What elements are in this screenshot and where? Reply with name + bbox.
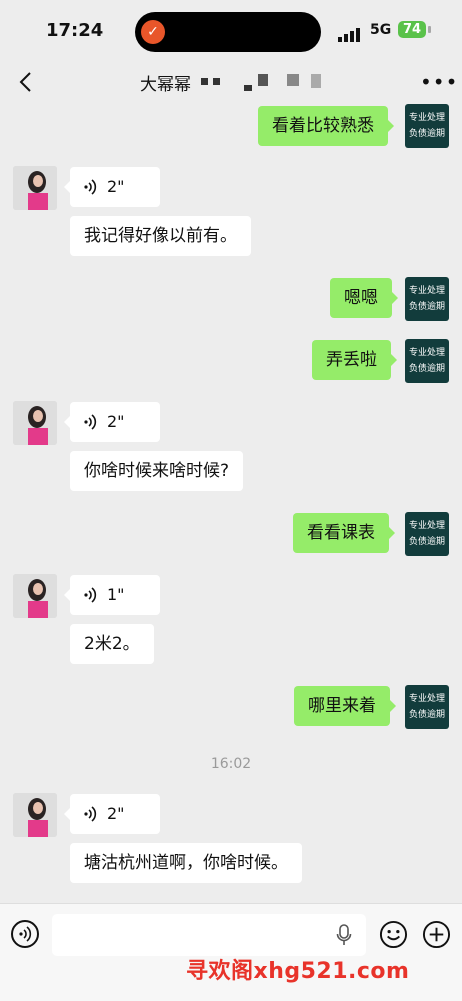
redacted-name: [244, 85, 252, 91]
contact-avatar[interactable]: [13, 401, 57, 445]
app-activity-icon: ✓: [141, 20, 165, 44]
my-avatar[interactable]: 专业处理 负债逾期: [405, 277, 449, 321]
avatar-text: 专业处理: [408, 521, 445, 531]
avatar-text: 专业处理: [408, 286, 445, 296]
redacted-name: [258, 74, 268, 86]
avatar-text: 负债逾期: [408, 302, 445, 312]
avatar-text: 专业处理: [408, 113, 445, 123]
network-type: 5G: [370, 22, 392, 38]
redacted-name: [213, 78, 220, 85]
redacted-name: [287, 74, 299, 86]
voice-wave-icon: [84, 806, 97, 822]
emoji-icon[interactable]: [379, 920, 408, 949]
my-avatar[interactable]: 专业处理 负债逾期: [405, 104, 449, 148]
battery-tip: [428, 26, 431, 33]
dynamic-island: ✓: [135, 12, 321, 52]
redacted-name: [311, 74, 321, 88]
input-bar: [0, 903, 462, 1001]
sent-message[interactable]: 看着比较熟悉: [258, 106, 394, 146]
more-options-icon[interactable]: •••: [420, 72, 458, 92]
back-arrow-icon[interactable]: [15, 70, 39, 94]
avatar-text: 负债逾期: [408, 710, 445, 720]
voice-wave-icon: [84, 179, 97, 195]
status-bar: 17:24 ✓ 5G 74: [0, 0, 462, 60]
received-message[interactable]: 2米2。: [70, 624, 154, 664]
voice-message[interactable]: 2": [64, 167, 160, 207]
voice-duration: 2": [107, 177, 125, 196]
chat-title: 大幂幂: [140, 75, 191, 95]
received-message[interactable]: 你啥时候来啥时候?: [70, 451, 244, 491]
my-avatar[interactable]: 专业处理 负债逾期: [405, 512, 449, 556]
redacted-name: [201, 78, 208, 85]
voice-mode-icon: [19, 926, 32, 942]
sent-message[interactable]: 嗯嗯: [330, 278, 398, 318]
received-message[interactable]: 我记得好像以前有。: [70, 216, 251, 256]
avatar-text: 专业处理: [408, 694, 445, 704]
status-time: 17:24: [46, 20, 104, 41]
message-input[interactable]: [52, 914, 366, 956]
contact-avatar[interactable]: [13, 166, 57, 210]
voice-duration: 2": [107, 804, 125, 823]
contact-photo: [13, 574, 57, 618]
avatar-text: 负债逾期: [408, 364, 445, 374]
voice-duration: 2": [107, 412, 125, 431]
battery-icon: 74: [398, 21, 426, 38]
voice-message[interactable]: 2": [64, 794, 160, 834]
my-avatar[interactable]: 专业处理 负债逾期: [405, 339, 449, 383]
contact-avatar[interactable]: [13, 574, 57, 618]
my-avatar[interactable]: 专业处理 负债逾期: [405, 685, 449, 729]
avatar-text: 负债逾期: [408, 537, 445, 547]
voice-input-button[interactable]: [11, 920, 39, 948]
voice-duration: 1": [107, 585, 125, 604]
voice-message[interactable]: 1": [64, 575, 160, 615]
avatar-text: 负债逾期: [408, 129, 445, 139]
microphone-icon[interactable]: [336, 924, 352, 946]
avatar-text: 专业处理: [408, 348, 445, 358]
sent-message[interactable]: 弄丢啦: [312, 340, 397, 380]
chat-header: 大幂幂 •••: [0, 60, 462, 104]
signal-icon: [338, 23, 362, 42]
sent-message[interactable]: 看看课表: [293, 513, 395, 553]
received-message[interactable]: 塘沽杭州道啊，你啥时候。: [70, 843, 302, 883]
watermark: 寻欢阁xhg521.com: [186, 959, 410, 984]
contact-photo: [13, 401, 57, 445]
message-timestamp: 16:02: [210, 756, 252, 772]
voice-message[interactable]: 2": [64, 402, 160, 442]
voice-wave-icon: [84, 414, 97, 430]
plus-icon[interactable]: [422, 920, 451, 949]
voice-wave-icon: [84, 587, 97, 603]
contact-photo: [13, 166, 57, 210]
sent-message[interactable]: 哪里来着: [294, 686, 396, 726]
contact-avatar[interactable]: [13, 793, 57, 837]
contact-photo: [13, 793, 57, 837]
